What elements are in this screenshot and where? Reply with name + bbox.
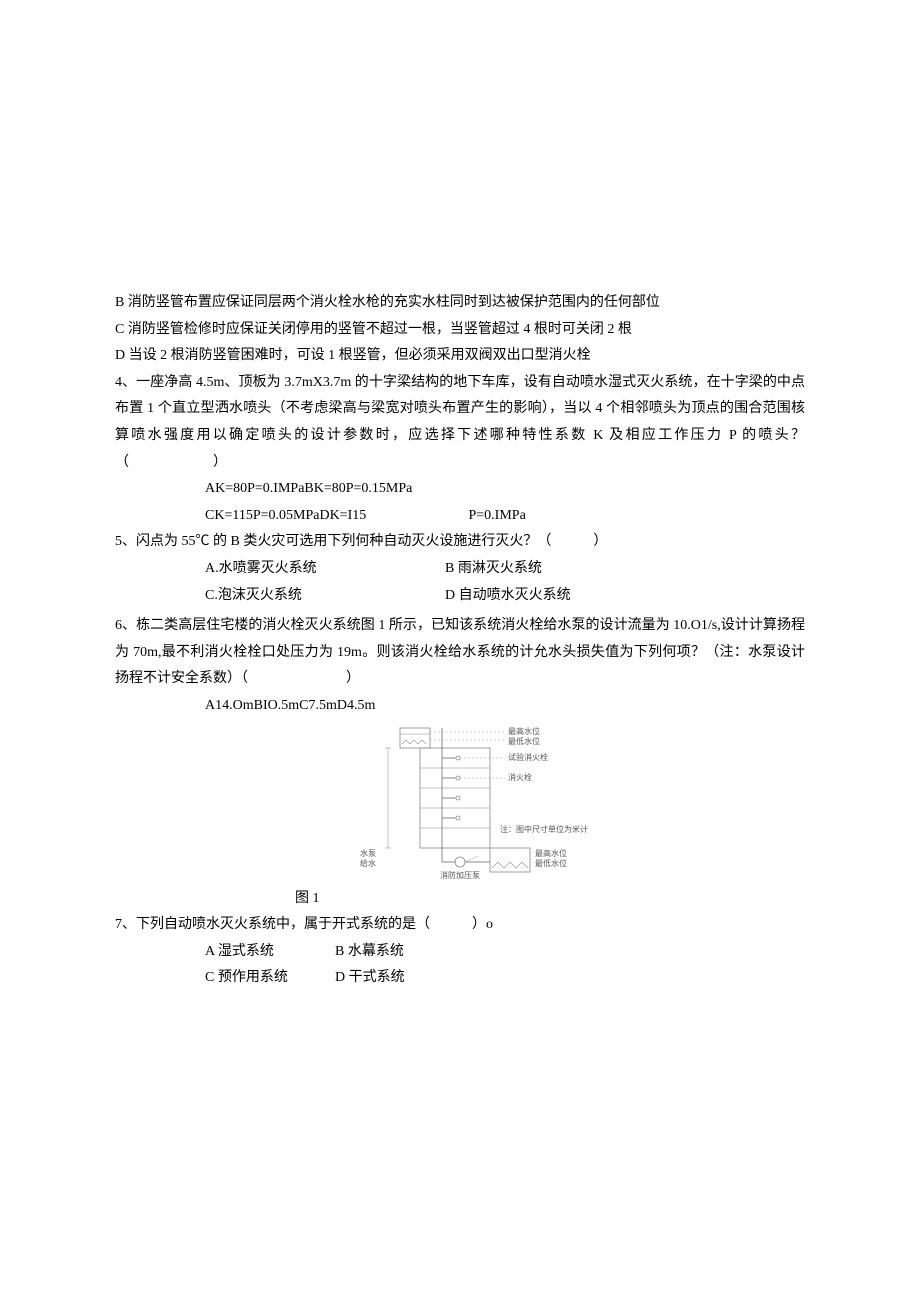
fig-label-note: 注：图中尺寸单位为米计: [500, 824, 588, 834]
q7-options-row1: A 湿式系统 B 水幕系统: [115, 939, 805, 966]
q7-option-b: B 水幕系统: [335, 939, 465, 966]
q7-option-d: D 干式系统: [335, 965, 465, 992]
q7-option-c: C 预作用系统: [205, 965, 335, 992]
fig-label-bottom-low: 最低水位: [535, 858, 567, 868]
q5-options-row1: A.水喷雾灭火系统 B 雨淋灭火系统: [115, 556, 805, 583]
q5-option-c: C.泡沫灭火系统: [205, 583, 445, 610]
fig-label-pump: 消防加压泵: [440, 870, 480, 880]
q4-opt-c-d-left: CK=115P=0.05MPaDK=I15: [205, 503, 465, 530]
fig-label-top2: 最低水位: [508, 736, 540, 746]
q5-option-b: B 雨淋灭火系统: [445, 556, 805, 583]
q6-text: 6、栋二类高层住宅楼的消火栓灭火系统图 1 所示，已知该系统消火栓给水泵的设计流…: [115, 613, 805, 693]
q6-figure: 最高水位 最低水位 试验消火栓 消火栓 注：图中尺寸单位为米计 消防加压泵 最高…: [330, 722, 590, 882]
q7-text: 7、下列自动喷水灭火系统中，属于开式系统的是（ ）o: [115, 912, 805, 939]
q4-text: 4、一座净高 4.5m、顶板为 3.7mX3.7m 的十字梁结构的地下车库，设有…: [115, 370, 805, 476]
q4-options-line1: AK=80P=0.IMPaBK=80P=0.15MPa: [115, 476, 805, 503]
q4-opt-d-right: P=0.IMPa: [469, 508, 526, 523]
q5-option-d: D 自动喷水灭火系统: [445, 583, 805, 610]
q7-option-a: A 湿式系统: [205, 939, 335, 966]
fig-label-top1: 最高水位: [508, 726, 540, 736]
q4-options-line2: CK=115P=0.05MPaDK=I15 P=0.IMPa: [115, 503, 805, 530]
fig-label-side1: 水泵: [360, 848, 376, 858]
q7-options-row2: C 预作用系统 D 干式系统: [115, 965, 805, 992]
q3-option-d: D 当设 2 根消防竖管困难时，可设 1 根竖管，但必须采用双阀双出口型消火栓: [115, 343, 805, 370]
q5-text: 5、闪点为 55℃ 的 B 类火灾可选用下列何种自动灭火设施进行灭火？（ ）: [115, 529, 805, 556]
fig-label-hydrant: 消火栓: [508, 772, 532, 782]
fig-label-test-hydrant: 试验消火栓: [508, 752, 548, 762]
q5-option-a: A.水喷雾灭火系统: [205, 556, 445, 583]
fig-label-bottom-high: 最高水位: [535, 848, 567, 858]
fig-label-side2: 给水: [360, 858, 376, 868]
q5-options-row2: C.泡沫灭火系统 D 自动喷水灭火系统: [115, 583, 805, 610]
q6-options: A14.OmBIO.5mC7.5mD4.5m: [115, 693, 805, 720]
q6-figure-caption: 图 1: [295, 886, 320, 913]
q3-option-b: B 消防竖管布置应保证同层两个消火栓水枪的充实水柱同时到达被保护范围内的任何部位: [115, 290, 805, 317]
q3-option-c: C 消防竖管检修时应保证关闭停用的竖管不超过一根，当竖管超过 4 根时可关闭 2…: [115, 317, 805, 344]
